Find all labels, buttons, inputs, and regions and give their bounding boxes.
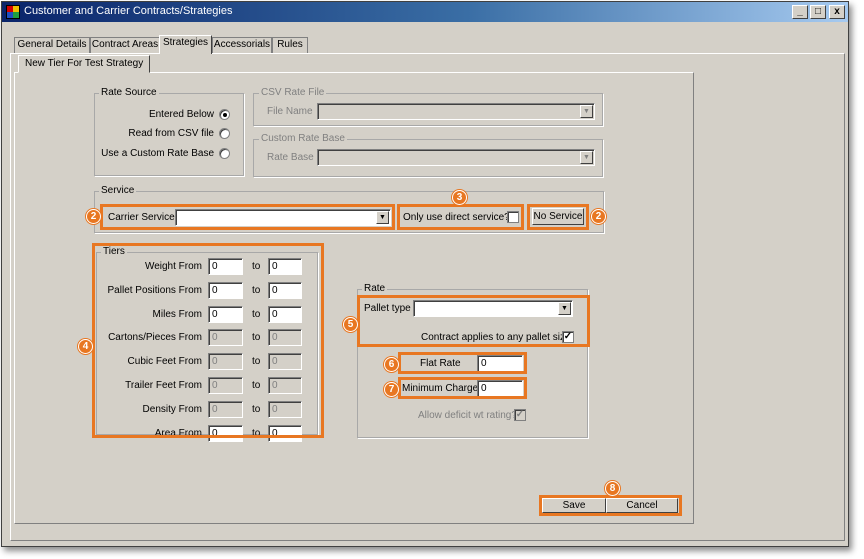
tier-cubic-feet-from-to-input[interactable]: 0: [268, 353, 302, 370]
chevron-down-icon: ▼: [558, 302, 571, 315]
file-name-select[interactable]: ▼: [317, 103, 595, 120]
chevron-down-icon: ▼: [580, 105, 593, 118]
tier-to-label: to: [252, 261, 261, 272]
tier-pallet-positions-from-input[interactable]: 0: [208, 282, 243, 299]
callout-badge: 3: [452, 190, 467, 205]
csv-rate-file-label: CSV Rate File: [259, 87, 327, 98]
tab-contract-areas[interactable]: Contract Areas: [90, 37, 160, 53]
callout-badge: 8: [605, 481, 620, 496]
tier-to-label: to: [252, 356, 261, 367]
tab-strategies[interactable]: Strategies: [159, 35, 212, 54]
tier-miles-from-label: Miles From: [152, 309, 202, 320]
carrier-service-select[interactable]: ▼: [175, 209, 391, 226]
rate-label: Rate: [362, 283, 388, 294]
direct-service-label: Only use direct service?: [403, 212, 510, 223]
tab-new-tier[interactable]: New Tier For Test Strategy: [18, 55, 151, 73]
tier-pallet-positions-from-to-input[interactable]: 0: [268, 282, 302, 299]
rate-source-option-label: Use a Custom Rate Base: [101, 148, 214, 159]
tier-miles-from-to-input[interactable]: 0: [268, 306, 302, 323]
tier-weight-from-input[interactable]: 0: [208, 258, 243, 275]
tier-to-label: to: [252, 332, 261, 343]
any-pallet-label: Contract applies to any pallet size: [421, 332, 571, 343]
callout-badge: 7: [384, 382, 399, 397]
tier-trailer-feet-from-to-input[interactable]: 0: [268, 377, 302, 394]
rate-base-select[interactable]: ▼: [317, 149, 595, 166]
rate-source-option-label: Entered Below: [148, 109, 214, 120]
callout-badge: 2: [86, 209, 101, 224]
callout-badge: 5: [343, 317, 358, 332]
chevron-down-icon: ▼: [376, 211, 389, 224]
cancel-button[interactable]: Cancel: [606, 498, 678, 513]
tier-density-from-to-input[interactable]: 0: [268, 401, 302, 418]
callout-badge: 4: [78, 339, 93, 354]
flat-rate-input[interactable]: 0: [477, 355, 523, 372]
tier-trailer-feet-from-label: Trailer Feet From: [125, 380, 202, 391]
pallet-type-select[interactable]: ▼: [413, 300, 573, 317]
rate-source-custom-radio[interactable]: [219, 148, 230, 159]
tier-to-label: to: [252, 309, 261, 320]
rate-source-csv-radio[interactable]: [219, 128, 230, 139]
tier-density-from-input[interactable]: 0: [208, 401, 243, 418]
maximize-button[interactable]: □: [810, 5, 826, 19]
allow-deficit-label: Allow deficit wt rating?: [418, 410, 517, 421]
tier-cubic-feet-from-input[interactable]: 0: [208, 353, 243, 370]
tier-area-from-to-input[interactable]: 0: [268, 425, 302, 442]
tiers-label: Tiers: [101, 246, 127, 257]
tab-accessorials[interactable]: Accessorials: [212, 37, 272, 53]
minimum-charge-input[interactable]: 0: [477, 380, 523, 397]
tier-trailer-feet-from-input[interactable]: 0: [208, 377, 243, 394]
rate-source-entered-radio[interactable]: [219, 109, 230, 120]
tab-general-details[interactable]: General Details: [14, 37, 90, 53]
rate-source-label: Rate Source: [99, 87, 159, 98]
any-pallet-checkbox[interactable]: ✓: [562, 331, 574, 343]
custom-rate-base-label: Custom Rate Base: [259, 133, 347, 144]
file-name-label: File Name: [267, 106, 313, 117]
no-service-button[interactable]: No Service: [532, 208, 584, 225]
rate-base-label: Rate Base: [267, 152, 314, 163]
tier-to-label: to: [252, 285, 261, 296]
tier-cartons-pieces-from-input[interactable]: 0: [208, 329, 243, 346]
window-title: Customer and Carrier Contracts/Strategie…: [24, 5, 233, 17]
tab-rules[interactable]: Rules: [272, 37, 308, 53]
close-button[interactable]: x: [829, 5, 845, 19]
tier-miles-from-input[interactable]: 0: [208, 306, 243, 323]
rate-source-option-label: Read from CSV file: [128, 128, 214, 139]
tier-weight-from-to-input[interactable]: 0: [268, 258, 302, 275]
flat-rate-label: Flat Rate: [420, 358, 461, 369]
tier-weight-from-label: Weight From: [144, 261, 202, 272]
app-icon: [6, 5, 20, 19]
service-label: Service: [99, 185, 137, 196]
save-button[interactable]: Save: [542, 498, 606, 513]
carrier-service-label: Carrier Service: [108, 212, 175, 223]
minimum-charge-label: Minimum Charge: [402, 383, 479, 394]
tier-to-label: to: [252, 404, 261, 415]
tier-cartons-pieces-from-to-input[interactable]: 0: [268, 329, 302, 346]
tier-cubic-feet-from-label: Cubic Feet From: [127, 356, 202, 367]
allow-deficit-checkbox[interactable]: ✓: [514, 409, 526, 421]
tier-cartons-pieces-from-label: Cartons/Pieces From: [108, 332, 202, 343]
minimize-button[interactable]: _: [792, 5, 808, 19]
tier-to-label: to: [252, 380, 261, 391]
callout-badge: 2: [591, 209, 606, 224]
chevron-down-icon: ▼: [580, 151, 593, 164]
tier-area-from-input[interactable]: 0: [208, 425, 243, 442]
tier-area-from-label: Area From: [154, 428, 202, 439]
tier-to-label: to: [252, 428, 261, 439]
tier-pallet-positions-from-label: Pallet Positions From: [107, 285, 202, 296]
pallet-type-label: Pallet type: [364, 303, 411, 314]
callout-badge: 6: [384, 357, 399, 372]
direct-service-checkbox[interactable]: [507, 211, 519, 223]
tier-density-from-label: Density From: [142, 404, 202, 415]
